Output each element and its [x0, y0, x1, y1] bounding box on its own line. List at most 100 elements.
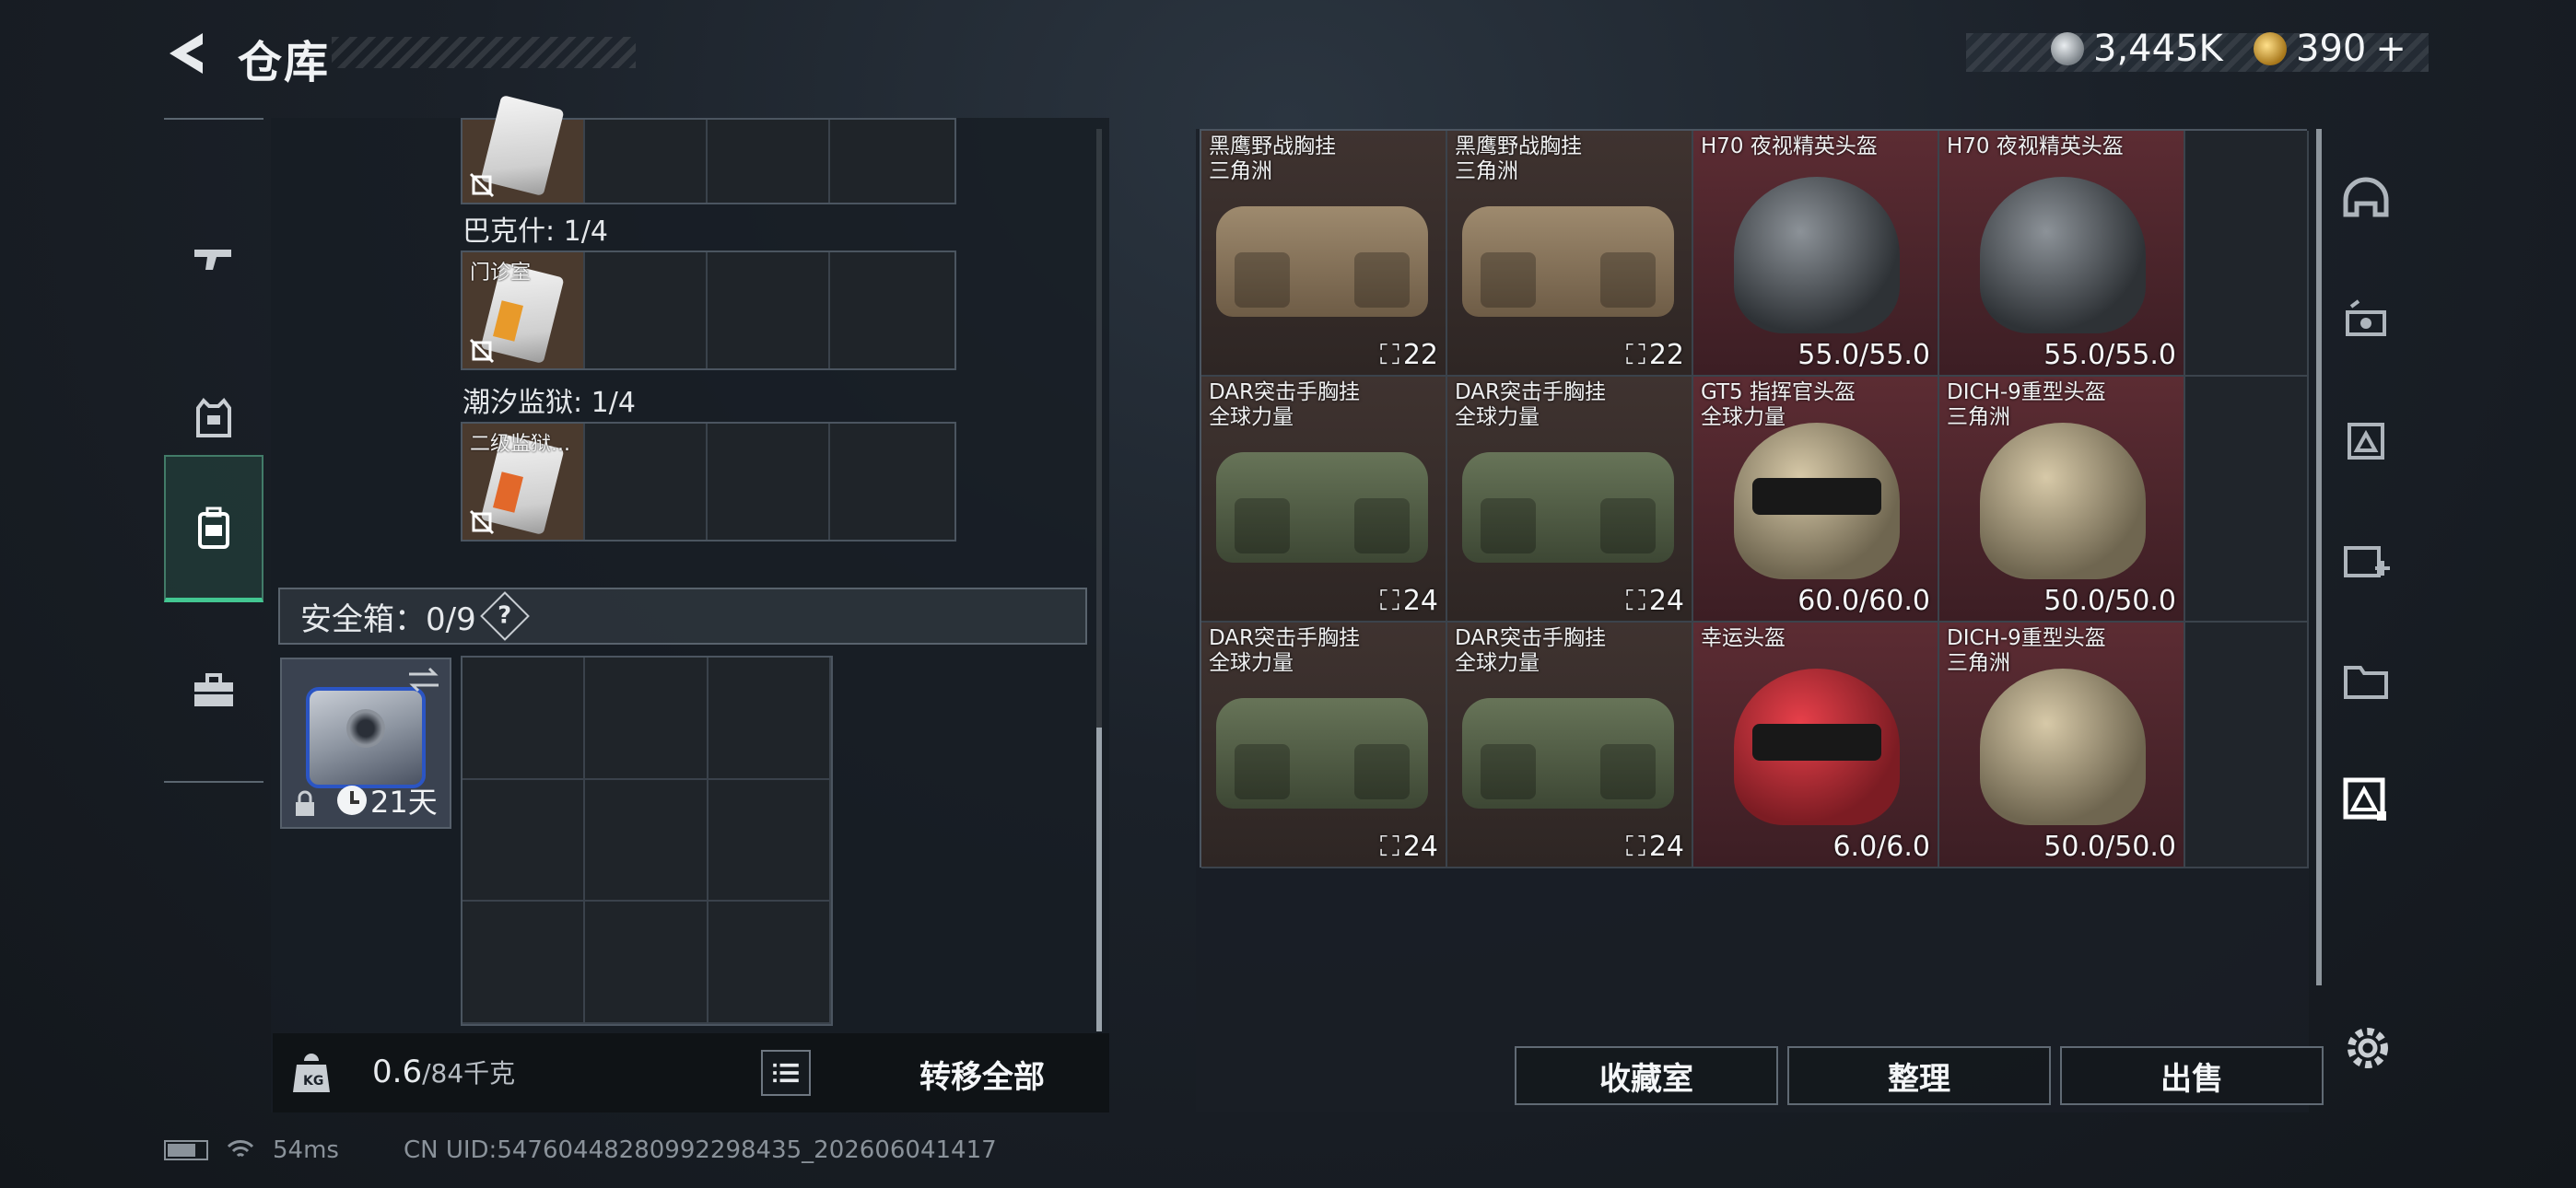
organize-button[interactable]: 整理: [1787, 1046, 2051, 1105]
tab-weapons[interactable]: [164, 184, 263, 332]
container-slot-item[interactable]: [463, 94, 585, 203]
safe-slot[interactable]: [585, 902, 708, 1024]
stash-item[interactable]: 幸运头盔 6.0/6.0: [1693, 623, 1939, 868]
container-slot[interactable]: [708, 424, 830, 540]
page-title: 仓库: [238, 37, 331, 88]
list-icon: [773, 1063, 799, 1083]
container-slot[interactable]: [708, 120, 830, 203]
collection-room-button[interactable]: 收藏室: [1515, 1046, 1778, 1105]
container-slot[interactable]: [830, 120, 953, 203]
item-name: DICH-9重型头盔 三角洲: [1947, 380, 2106, 429]
safe-slot[interactable]: [708, 658, 831, 780]
item-name: 黑鹰野战胸挂 三角洲: [1455, 134, 1582, 183]
tab-add-container[interactable]: [2322, 501, 2410, 621]
transfer-all-button[interactable]: 转移全部: [881, 1050, 1083, 1098]
stash-item[interactable]: DICH-9重型头盔 三角洲 50.0/50.0: [1939, 377, 2185, 623]
item-label: 二级监狱...: [470, 433, 570, 456]
tab-toolbox[interactable]: [164, 617, 263, 764]
container-slot[interactable]: [585, 252, 708, 368]
stash-item[interactable]: DAR突击手胸挂 全球力量 ⛶ 24: [1447, 377, 1693, 623]
item-name: DAR突击手胸挂 全球力量: [1209, 626, 1361, 675]
tab-backpack[interactable]: [164, 455, 263, 602]
safe-box-label: 安全箱：0/9: [300, 600, 476, 638]
safe-slot[interactable]: [463, 902, 586, 1024]
tab-folder[interactable]: [2322, 621, 2410, 740]
stash-item[interactable]: DAR突击手胸挂 全球力量 ⛶ 24: [1201, 377, 1447, 623]
left-category-tabs: [164, 118, 263, 783]
weight-current: 0.6: [372, 1054, 423, 1090]
tier-icon: [2348, 423, 2384, 460]
container-slot[interactable]: [830, 424, 953, 540]
safe-slot[interactable]: [463, 658, 586, 780]
container-slot-item[interactable]: 二级监狱...: [463, 424, 585, 540]
container-slot-item[interactable]: 门诊室: [463, 252, 585, 368]
stash-item[interactable]: DAR突击手胸挂 全球力量 ⛶ 24: [1201, 623, 1447, 868]
stash-slot[interactable]: [2185, 623, 2309, 868]
stash-item[interactable]: DICH-9重型头盔 三角洲 50.0/50.0: [1939, 623, 2185, 868]
weight-bar: KG 0.6/84千克 转移全部: [273, 1033, 1109, 1112]
stash-item[interactable]: DAR突击手胸挂 全球力量 ⛶ 24: [1447, 623, 1693, 868]
stash-slot[interactable]: [2185, 377, 2309, 623]
item-capacity: ⛶ 24: [1625, 831, 1684, 863]
container-grid: 门诊室: [461, 250, 956, 370]
lucky-helmet-icon: [1734, 669, 1900, 825]
currency-hafcoin-value: 3,445K: [2093, 28, 2223, 70]
left-scrollbar-thumb[interactable]: [1096, 728, 1102, 1031]
item-name: H70 夜视精英头盔: [1701, 134, 1878, 158]
help-icon[interactable]: ?: [479, 591, 530, 641]
helmet-icon: [2343, 177, 2389, 217]
stash-item[interactable]: GT5 指挥官头盔 全球力量 60.0/60.0: [1693, 377, 1939, 623]
safe-slot[interactable]: [463, 779, 586, 903]
tab-attachments[interactable]: [2322, 262, 2410, 381]
item-name: DICH-9重型头盔 三角洲: [1947, 626, 2106, 675]
container-grid: 二级监狱...: [461, 422, 956, 542]
tab-helmets[interactable]: [2322, 142, 2410, 262]
add-currency-icon[interactable]: +: [2375, 28, 2406, 70]
list-view-button[interactable]: [761, 1050, 811, 1096]
stash-item[interactable]: 黑鹰野战胸挂 三角洲 ⛶ 22: [1201, 131, 1447, 377]
swap-icon[interactable]: [405, 665, 442, 694]
item-capacity: ⛶ 22: [1625, 339, 1684, 371]
safe-box-item[interactable]: 21天: [280, 658, 451, 829]
chest-rig-icon: [1216, 206, 1428, 317]
item-durability: 55.0/55.0: [2043, 339, 2176, 371]
chest-rig-icon: [1462, 698, 1674, 809]
add-container-icon: [2344, 546, 2390, 577]
safe-slot[interactable]: [708, 902, 831, 1024]
stash-slot[interactable]: [2185, 131, 2309, 377]
back-arrow-icon[interactable]: [162, 28, 208, 79]
night-vision-helmet-icon: [1980, 177, 2146, 333]
grid-capacity-icon: ⛶: [1379, 831, 1399, 863]
container-slot[interactable]: [830, 252, 953, 368]
currency-hafcoin: 3,445K: [2051, 28, 2223, 70]
left-scrollbar[interactable]: [1096, 129, 1102, 1031]
stash-item[interactable]: 黑鹰野战胸挂 三角洲 ⛶ 22: [1447, 131, 1693, 377]
tab-all-stash[interactable]: [2322, 740, 2410, 860]
weight-text: 0.6/84千克: [372, 1054, 515, 1090]
safe-slot[interactable]: [585, 658, 708, 780]
tab-tier[interactable]: [2322, 381, 2410, 501]
safe-slot[interactable]: [708, 779, 831, 903]
safe-slot[interactable]: [585, 779, 708, 903]
container-slot[interactable]: [585, 120, 708, 203]
item-durability: 50.0/50.0: [2043, 585, 2176, 617]
sell-button[interactable]: 出售: [2060, 1046, 2324, 1105]
gear-icon[interactable]: [2340, 1020, 2395, 1076]
lock-icon: [296, 790, 314, 816]
container-slot[interactable]: [708, 252, 830, 368]
container-label: 巴克什: 1/4: [463, 215, 608, 248]
attachment-icon: [2346, 299, 2386, 336]
wifi-icon: [227, 1140, 254, 1158]
stash-item[interactable]: H70 夜视精英头盔 55.0/55.0: [1693, 131, 1939, 377]
status-bar: 54ms CN UID:5476044828099229843​5_202606…: [164, 1136, 997, 1164]
item-capacity: ⛶ 24: [1625, 585, 1684, 617]
commander-helmet-icon: [1734, 423, 1900, 579]
item-durability: 60.0/60.0: [1797, 585, 1930, 617]
weight-max: /84千克: [422, 1058, 516, 1089]
stash-item[interactable]: H70 夜视精英头盔 55.0/55.0: [1939, 131, 2185, 377]
container-slot[interactable]: [585, 424, 708, 540]
clock-icon: [337, 786, 367, 815]
no-insurance-icon: [469, 172, 495, 198]
grid-capacity-icon: ⛶: [1625, 831, 1645, 863]
currency-gold[interactable]: 390 +: [2254, 28, 2406, 70]
